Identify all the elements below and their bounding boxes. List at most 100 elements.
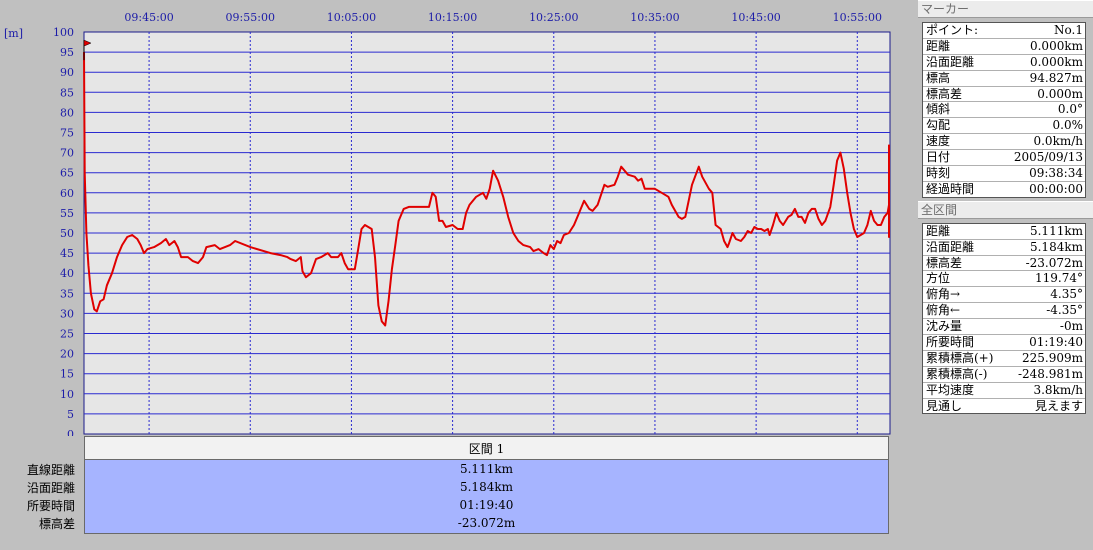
info-value: 4.35°	[1050, 287, 1083, 302]
info-value: -0m	[1059, 319, 1083, 334]
info-value: 0.000m	[1037, 86, 1083, 101]
section-row-labels: 直線距離 沿面距離 所要時間 標高差	[27, 461, 75, 533]
info-key: 俯角←	[926, 303, 961, 318]
info-key: ポイント:	[926, 23, 979, 37]
section-column-header[interactable]: 区間 1	[84, 436, 889, 460]
info-row: 俯角← -4.35°	[923, 303, 1085, 320]
info-key: 見通し	[926, 398, 963, 413]
info-key: 沿面距離	[926, 54, 975, 69]
x-tick-label: 09:45:00	[124, 11, 173, 24]
info-key: 標高差	[926, 255, 963, 270]
section-value-duration: 01:19:40	[459, 498, 514, 512]
info-row: 日付 2005/09/13	[923, 150, 1085, 167]
info-panel: マーカー ポイント: No.1 距離 0.000km 沿面距離 0.000km 標高 94.8…	[918, 0, 1093, 550]
y-tick-label: 25	[60, 328, 74, 341]
x-tick-label: 10:25:00	[529, 11, 578, 24]
y-tick-label: 40	[60, 267, 74, 280]
info-row: 距離 0.000km	[923, 39, 1085, 55]
info-key: 平均速度	[926, 382, 975, 397]
x-tick-label: 10:45:00	[731, 11, 780, 24]
info-key: 速度	[926, 134, 951, 149]
info-value: 2005/09/13	[1013, 150, 1083, 165]
y-tick-label: 5	[67, 408, 74, 421]
marker-panel-title: マーカー	[918, 0, 1093, 18]
info-key: 方位	[926, 271, 951, 286]
x-tick-label: 10:15:00	[428, 11, 477, 24]
info-row: 方位 119.74°	[923, 271, 1085, 288]
section-label-surface-distance: 沿面距離	[26, 481, 75, 495]
y-tick-label: 80	[60, 106, 74, 119]
info-row: 経過時間 00:00:00	[923, 182, 1085, 197]
info-key: 累積標高(-)	[926, 366, 988, 381]
info-key: 傾斜	[926, 102, 951, 117]
info-row: 標高 94.827m	[923, 71, 1085, 87]
info-row: 標高差 -23.072m	[923, 256, 1085, 272]
x-tick-label: 10:35:00	[630, 11, 679, 24]
y-tick-label: 10	[60, 388, 74, 401]
y-tick-label: 30	[60, 307, 74, 320]
info-key: 累積標高(+)	[926, 350, 994, 365]
y-tick-label: 90	[60, 66, 74, 79]
info-key: 日付	[926, 150, 951, 165]
x-tick-label: 09:55:00	[226, 11, 275, 24]
x-tick-label: 10:55:00	[833, 11, 882, 24]
y-tick-label: 0	[67, 428, 74, 436]
info-value: 0.000km	[1029, 38, 1083, 53]
y-tick-label: 50	[60, 227, 74, 240]
info-row: 速度 0.0km/h	[923, 134, 1085, 151]
info-value: 119.74°	[1035, 271, 1083, 286]
info-value: 5.111km	[1029, 223, 1083, 238]
info-value: 3.8km/h	[1033, 382, 1083, 397]
y-axis-ticks: 0 5 10 15 20 25 30 35 40 45 50 55 60 65 70 75 80 85 90 95 10…	[53, 26, 74, 436]
info-row: 距離 5.111km	[923, 224, 1085, 240]
total-panel-title: 全区間	[918, 200, 1093, 219]
info-row: ポイント: No.1	[923, 23, 1085, 39]
info-row: 傾斜 0.0°	[923, 102, 1085, 119]
info-row: 累積標高(-) -248.981m	[923, 367, 1085, 383]
info-value: No.1	[1054, 23, 1083, 37]
info-key: 経過時間	[926, 181, 975, 196]
y-tick-label: 65	[60, 167, 74, 180]
info-value: 01:19:40	[1029, 335, 1083, 350]
info-row: 所要時間 01:19:40	[923, 335, 1085, 351]
info-row: 俯角→ 4.35°	[923, 287, 1085, 304]
section-value-straight-distance: 5.111km	[459, 462, 513, 476]
y-tick-label: 100	[53, 26, 74, 39]
y-tick-label: 45	[60, 247, 74, 260]
info-value: 0.000km	[1029, 54, 1083, 69]
y-tick-label: 95	[60, 46, 74, 59]
info-value: 0.0°	[1057, 102, 1083, 117]
info-key: 俯角→	[926, 287, 961, 302]
info-value: -23.072m	[1025, 255, 1083, 270]
info-value: 見えます	[1034, 398, 1083, 413]
info-value: 0.0%	[1052, 118, 1084, 133]
info-row: 沿面距離 5.184km	[923, 240, 1085, 256]
y-tick-label: 70	[60, 147, 74, 160]
section-values: 5.111km 5.184km 01:19:40 -23.072m	[84, 460, 889, 534]
info-key: 所要時間	[926, 335, 975, 350]
info-key: 標高	[926, 70, 951, 85]
info-value: 225.909m	[1021, 350, 1083, 365]
info-value: 5.184km	[1029, 239, 1083, 254]
info-value: 09:38:34	[1029, 166, 1083, 181]
info-key: 標高差	[926, 86, 963, 101]
info-key: 時刻	[926, 166, 951, 181]
info-row: 沈み量 -0m	[923, 319, 1085, 336]
marker-info-table: ポイント: No.1 距離 0.000km 沿面距離 0.000km 標高 94.827m 標高…	[922, 22, 1086, 198]
info-row: 累積標高(+) 225.909m	[923, 351, 1085, 367]
section-label-elevation-diff: 標高差	[38, 517, 75, 531]
y-tick-label: 75	[60, 127, 74, 140]
info-value: 00:00:00	[1029, 181, 1083, 196]
info-key: 距離	[926, 223, 951, 238]
info-key: 沈み量	[926, 319, 963, 334]
y-tick-label: 35	[60, 287, 74, 300]
info-key: 距離	[926, 38, 951, 53]
x-axis-ticks: 09:45:00 09:55:00 10:05:00 10:15:00 10:25:00…	[124, 11, 882, 24]
y-tick-label: 60	[60, 187, 74, 200]
section-label-duration: 所要時間	[26, 499, 75, 513]
info-row: 勾配 0.0%	[923, 118, 1085, 135]
y-tick-label: 20	[60, 348, 74, 361]
info-value: 94.827m	[1029, 70, 1083, 85]
x-tick-label: 10:05:00	[327, 11, 376, 24]
elevation-chart: 0 5 10 15 20 25 30 35 40 45 50 55 60 65 70 75 80 85 90 95 10…	[4, 11, 891, 436]
